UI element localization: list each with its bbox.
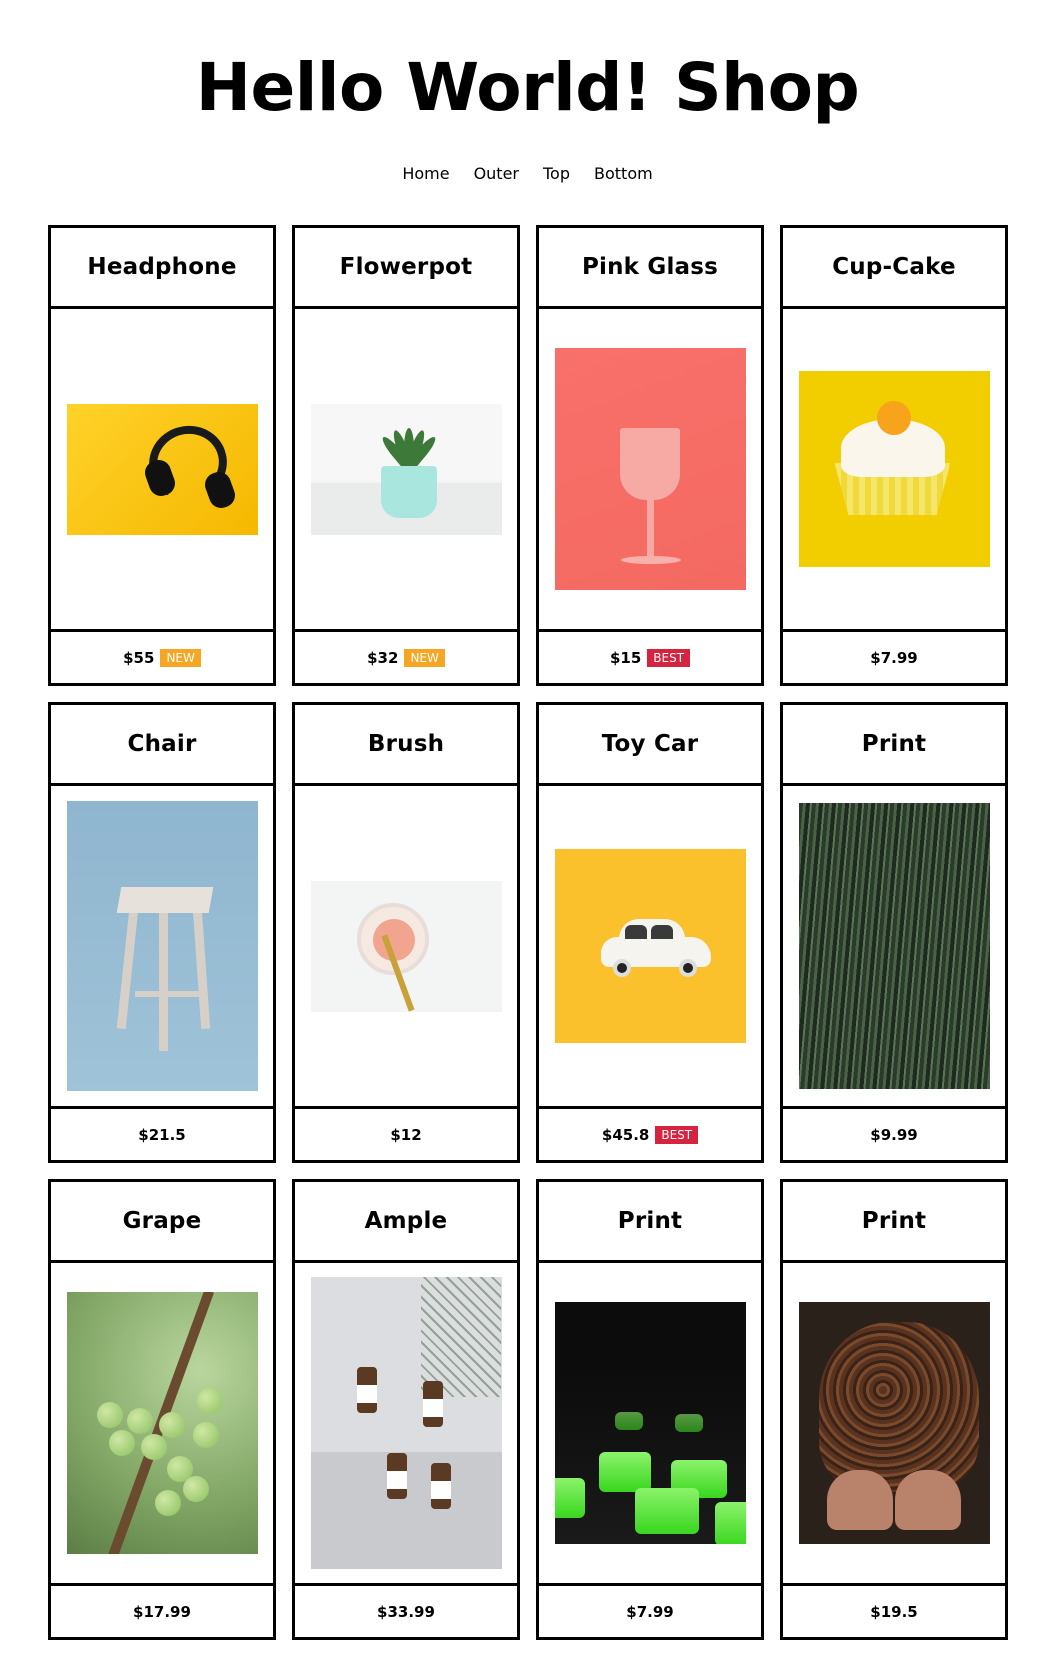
product-footer: $32 NEW [295, 629, 517, 683]
product-footer: $21.5 [51, 1106, 273, 1160]
grape-image[interactable] [66, 1292, 258, 1554]
product-card[interactable]: Chair $21.5 [48, 702, 276, 1163]
product-title: Pink Glass [539, 228, 761, 309]
page-title: Hello World! Shop [195, 49, 860, 126]
coffee-beans-print-image[interactable] [798, 1302, 990, 1544]
best-badge: BEST [655, 1125, 699, 1144]
product-price: $7.99 [870, 648, 918, 667]
product-footer: $19.5 [783, 1583, 1005, 1637]
pink-glass-image[interactable] [554, 348, 746, 590]
brush-image[interactable] [310, 880, 502, 1012]
nav-outer-link[interactable]: Outer [474, 163, 519, 185]
product-card[interactable]: Print $7.99 [536, 1179, 764, 1640]
product-footer: $15 BEST [539, 629, 761, 683]
product-price: $7.99 [626, 1602, 674, 1621]
product-card[interactable]: Grape $17.99 [48, 1179, 276, 1640]
product-card[interactable]: Toy Car $45.8 BEST [536, 702, 764, 1163]
product-price: $55 [123, 648, 155, 667]
product-price: $19.5 [870, 1602, 918, 1621]
product-title: Grape [51, 1182, 273, 1263]
product-card[interactable]: Ample $33.99 [292, 1179, 520, 1640]
product-price: $12 [390, 1125, 422, 1144]
product-card[interactable]: Pink Glass $15 BEST [536, 225, 764, 686]
product-footer: $9.99 [783, 1106, 1005, 1160]
best-badge: BEST [647, 648, 691, 667]
product-card[interactable]: Print $19.5 [780, 1179, 1008, 1640]
nav-top-link[interactable]: Top [543, 163, 570, 185]
product-title: Toy Car [539, 705, 761, 786]
product-price: $33.99 [377, 1602, 435, 1621]
product-title: Cup-Cake [783, 228, 1005, 309]
product-title: Flowerpot [295, 228, 517, 309]
product-footer: $33.99 [295, 1583, 517, 1637]
toy-car-image[interactable] [554, 849, 746, 1043]
ample-bottles-image[interactable] [310, 1277, 502, 1569]
product-title: Print [783, 705, 1005, 786]
main-nav: Home Outer Top Bottom [0, 163, 1055, 185]
new-badge: NEW [404, 648, 445, 667]
product-price: $45.8 [601, 1125, 650, 1144]
product-card[interactable]: Print $9.99 [780, 702, 1008, 1163]
product-title: Print [783, 1182, 1005, 1263]
product-title: Ample [295, 1182, 517, 1263]
new-badge: NEW [160, 648, 201, 667]
product-footer: $12 [295, 1106, 517, 1160]
product-footer: $45.8 BEST [539, 1106, 761, 1160]
flowerpot-image[interactable] [310, 403, 502, 535]
product-title: Brush [295, 705, 517, 786]
product-price: $21.5 [138, 1125, 186, 1144]
product-title: Headphone [51, 228, 273, 309]
product-footer: $17.99 [51, 1583, 273, 1637]
product-grid: Headphone $55 NEW Flowerpot $32 NEW Pink… [48, 225, 1008, 1640]
product-price: $15 [609, 648, 642, 667]
product-card[interactable]: Headphone $55 NEW [48, 225, 276, 686]
nav-bottom-link[interactable]: Bottom [594, 163, 653, 185]
product-card[interactable]: Cup-Cake $7.99 [780, 225, 1008, 686]
product-price: $32 [367, 648, 399, 667]
headphone-image[interactable] [66, 403, 258, 535]
product-price: $9.99 [870, 1125, 918, 1144]
product-footer: $55 NEW [51, 629, 273, 683]
product-title: Print [539, 1182, 761, 1263]
product-footer: $7.99 [783, 629, 1005, 683]
product-title: Chair [51, 705, 273, 786]
chair-image[interactable] [66, 801, 258, 1091]
product-footer: $7.99 [539, 1583, 761, 1637]
product-price: $17.99 [133, 1602, 191, 1621]
product-card[interactable]: Brush $12 [292, 702, 520, 1163]
nav-home-link[interactable]: Home [402, 163, 449, 185]
cupcake-image[interactable] [798, 371, 990, 567]
product-card[interactable]: Flowerpot $32 NEW [292, 225, 520, 686]
field-print-image[interactable] [798, 803, 990, 1089]
green-caps-print-image[interactable] [554, 1302, 746, 1544]
